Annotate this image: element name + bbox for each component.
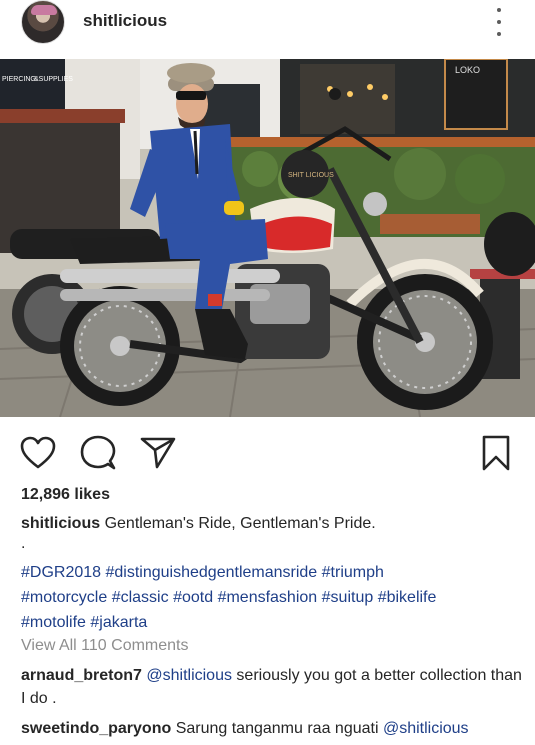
helmet-text: SHIT LICIOUS [288,172,334,179]
bookmark-icon[interactable] [476,433,516,473]
hashtag[interactable]: #classic [112,589,169,606]
post-photo[interactable]: PIERCING &SUPPLIES LOKO SHIT LICIOUS [0,59,535,417]
hashtag[interactable]: #DGR2018 [21,564,101,581]
caption: shitlicious Gentleman's Ride, Gentleman'… [21,513,521,535]
hashtag[interactable]: #bikelife [378,589,437,606]
hashtag[interactable]: #ootd [173,589,213,606]
caption-dot: . [21,535,26,552]
comment-item: sweetindo_paryono Sarung tanganmu raa ng… [21,717,526,740]
more-icon[interactable] [492,8,506,36]
post-header: shitlicious [0,0,535,57]
view-all-comments-link[interactable]: View All 110 Comments [21,637,188,655]
heart-icon[interactable] [18,433,58,473]
hashtag[interactable]: #triumph [322,564,384,581]
comment-mention[interactable]: @shitlicious [383,720,469,737]
avatar[interactable] [21,0,65,44]
comment-text: Sarung tanganmu raa nguati [171,720,383,737]
caption-text: Gentleman's Ride, Gentleman's Pride. [104,515,376,532]
hashtag[interactable]: #motorcycle [21,589,107,606]
comment-username[interactable]: sweetindo_paryono [21,720,171,737]
comment-username[interactable]: arnaud_breton7 [21,667,142,684]
hashtag[interactable]: #jakarta [90,614,147,631]
action-bar [0,425,535,480]
likes-count[interactable]: 12,896 likes [21,486,110,504]
hashtag[interactable]: #motolife [21,614,86,631]
comment-item: arnaud_breton7 @shitlicious seriously yo… [21,664,526,710]
hashtag-list: #DGR2018 #distinguishedgentlemansride #t… [21,560,526,635]
shop-sign-text-1: PIERCING [2,76,36,83]
shop-sign-text-2: &SUPPLIES [34,76,73,83]
hashtag[interactable]: #mensfashion [218,589,318,606]
hashtag[interactable]: #suitup [322,589,374,606]
comment-mention[interactable]: @shitlicious [146,667,232,684]
post-username[interactable]: shitlicious [83,11,167,31]
caption-username[interactable]: shitlicious [21,515,100,532]
share-icon[interactable] [138,433,178,473]
store-sign-text: LOKO [455,65,480,75]
comment-icon[interactable] [78,433,118,473]
hashtag[interactable]: #distinguishedgentlemansride [106,564,318,581]
